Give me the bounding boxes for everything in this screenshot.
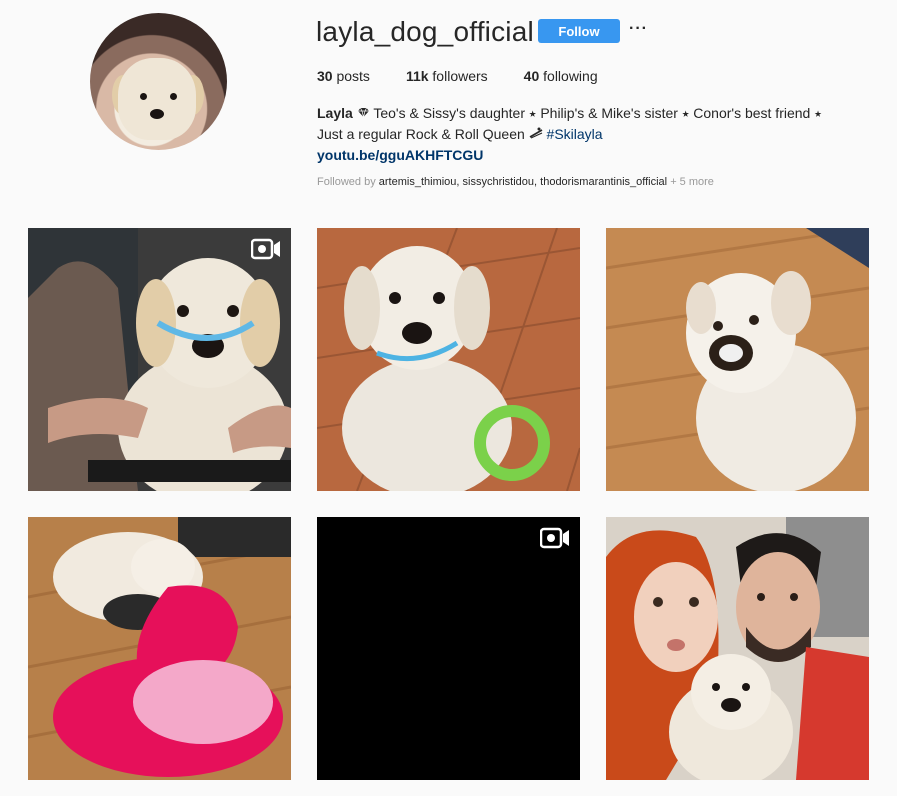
more-options-icon[interactable]: ··· bbox=[629, 20, 648, 38]
post-image-puppy-held bbox=[28, 228, 291, 491]
avatar-dog-eye bbox=[140, 93, 147, 100]
posts-count-label: posts bbox=[336, 68, 370, 84]
bio-text: Just a regular Rock & Roll Queen bbox=[317, 126, 525, 142]
posts-count-value: 30 bbox=[317, 68, 333, 84]
post-thumbnail[interactable] bbox=[317, 517, 580, 780]
bio-line-3: youtu.be/gguAKHFTCGU bbox=[317, 145, 877, 166]
post-thumbnail[interactable] bbox=[28, 228, 291, 491]
bio-external-link[interactable]: youtu.be/gguAKHFTCGU bbox=[317, 147, 483, 163]
follow-button[interactable]: Follow bbox=[538, 19, 620, 43]
post-thumbnail[interactable] bbox=[317, 228, 580, 491]
post-thumbnail[interactable] bbox=[28, 517, 291, 780]
profile-stats: 30 posts 11k followers 40 following bbox=[317, 68, 634, 84]
avatar-dog-nose bbox=[150, 109, 164, 119]
post-image-puppy-flamingo bbox=[28, 517, 291, 780]
post-thumbnail[interactable] bbox=[606, 228, 869, 491]
post-thumbnail[interactable] bbox=[606, 517, 869, 780]
followed-by-names[interactable]: artemis_thimiou, sissychristidou, thodor… bbox=[379, 176, 667, 188]
avatar-dog-eye bbox=[170, 93, 177, 100]
video-icon bbox=[539, 527, 570, 554]
post-image-puppy-tiles bbox=[317, 228, 580, 491]
profile-bio: Layla Teo's & Sissy's daughter ⭑ Philip'… bbox=[317, 103, 877, 166]
following-count[interactable]: 40 following bbox=[524, 68, 598, 84]
followers-count[interactable]: 11k followers bbox=[406, 68, 488, 84]
bio-line-1: Layla Teo's & Sissy's daughter ⭑ Philip'… bbox=[317, 103, 877, 124]
profile-avatar[interactable] bbox=[90, 13, 227, 150]
avatar-dog-face bbox=[118, 58, 196, 140]
followed-by-prefix: Followed by bbox=[317, 176, 376, 188]
profile-username: layla_dog_official bbox=[316, 16, 534, 47]
post-image-couple-with-puppy bbox=[606, 517, 869, 780]
post-image-puppy-wood-floor bbox=[606, 228, 869, 491]
posts-count: 30 posts bbox=[317, 68, 370, 84]
followers-count-value: 11k bbox=[405, 68, 429, 84]
followed-by-more[interactable]: + 5 more bbox=[670, 176, 714, 188]
bio-text: Teo's & Sissy's daughter ⭑ Philip's & Mi… bbox=[373, 105, 822, 121]
gem-icon bbox=[357, 103, 370, 124]
bio-line-2: Just a regular Rock & Roll Queen #Skilay… bbox=[317, 124, 877, 145]
followers-count-label: followers bbox=[432, 68, 488, 84]
following-count-value: 40 bbox=[523, 68, 540, 84]
video-icon bbox=[250, 238, 281, 265]
ski-icon bbox=[529, 126, 547, 142]
following-count-label: following bbox=[543, 68, 598, 84]
bio-name: Layla bbox=[317, 105, 353, 121]
bio-hashtag-link[interactable]: #Skilayla bbox=[547, 126, 603, 142]
followed-by: Followed by artemis_thimiou, sissychrist… bbox=[317, 176, 714, 188]
